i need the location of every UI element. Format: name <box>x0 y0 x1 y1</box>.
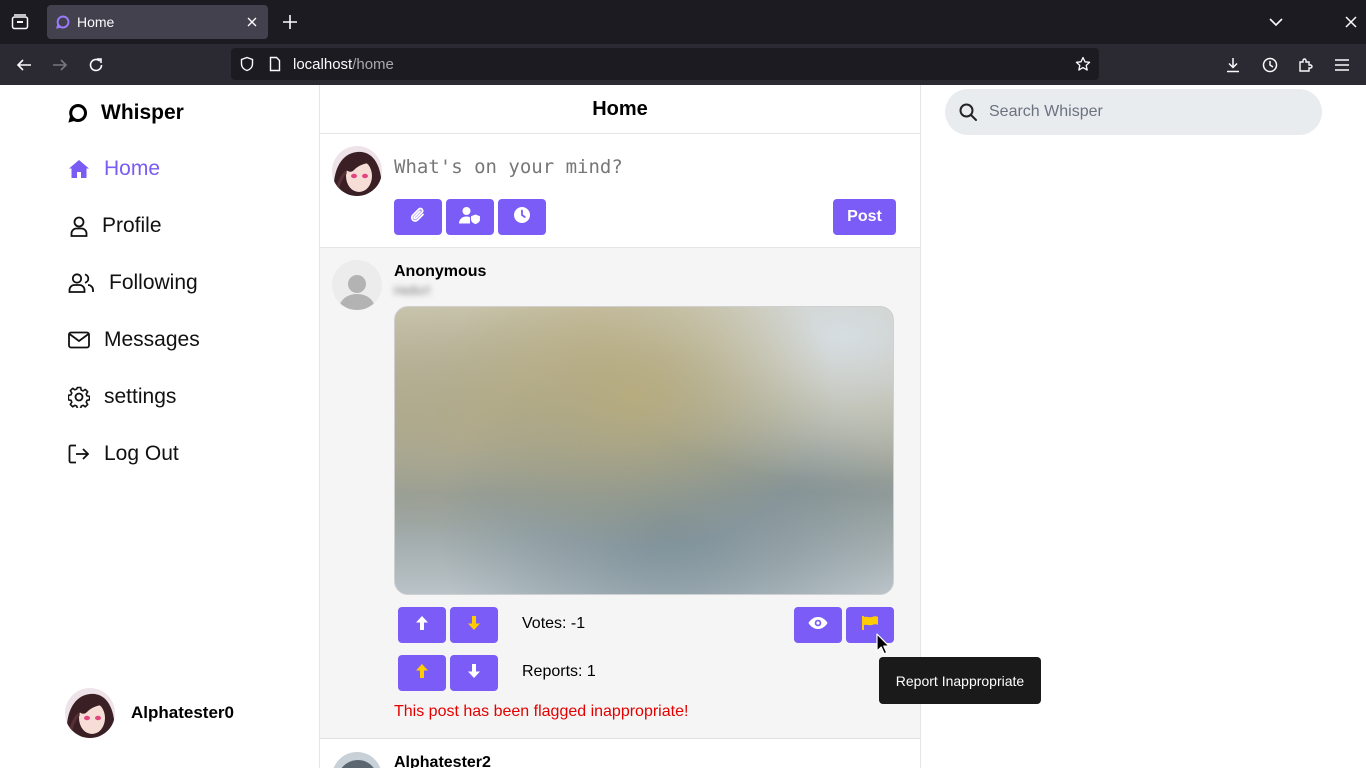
sidebar-item-home[interactable]: Home <box>68 154 160 184</box>
schedule-button[interactable] <box>498 199 546 235</box>
post-image-blurred[interactable] <box>394 306 894 595</box>
post-button[interactable]: Post <box>833 199 896 235</box>
post-composer: Post <box>320 134 920 248</box>
extensions-puzzle-icon[interactable] <box>1294 53 1318 77</box>
upvote-button[interactable] <box>398 607 446 643</box>
report-tooltip: Report Inappropriate <box>879 657 1041 704</box>
brand[interactable]: Whisper <box>68 101 184 125</box>
user-icon <box>68 215 90 237</box>
sidebar-item-label: Log Out <box>104 442 179 465</box>
whisper-logo-icon <box>68 103 88 123</box>
brand-name: Whisper <box>101 101 184 124</box>
view-button[interactable] <box>794 607 842 643</box>
post-card: Alphatester2 <box>320 740 920 768</box>
search-icon <box>959 103 977 121</box>
url-bar[interactable]: localhost/home <box>231 48 1099 80</box>
sidebar-item-label: Messages <box>104 328 200 351</box>
gear-icon <box>68 386 90 408</box>
search-bar[interactable] <box>945 89 1322 135</box>
arrow-down-icon <box>467 615 481 636</box>
avatar[interactable] <box>332 752 382 768</box>
post-author[interactable]: Anonymous <box>394 263 486 281</box>
home-icon <box>68 158 90 180</box>
forward-arrow-icon[interactable] <box>48 53 72 77</box>
url-text[interactable]: localhost/home <box>293 56 394 73</box>
reports-count: Reports: 1 <box>522 663 596 680</box>
post-text-blurred: Hello!! <box>394 283 431 298</box>
search-input[interactable] <box>989 103 1309 121</box>
page-title: Home <box>592 97 648 120</box>
report-down-button[interactable] <box>450 655 498 691</box>
bookmark-star-icon[interactable] <box>1075 56 1091 72</box>
reload-icon[interactable] <box>84 53 108 77</box>
mouse-cursor-icon <box>876 633 890 655</box>
arrow-up-icon <box>415 663 429 684</box>
sidebar-item-label: settings <box>104 385 177 408</box>
paperclip-icon <box>410 206 426 229</box>
shield-icon[interactable] <box>239 56 255 72</box>
composer-input[interactable] <box>394 156 834 178</box>
post-card: Anonymous Hello!! Votes: -1 Reports: 1 T… <box>320 248 920 739</box>
arrow-up-icon <box>415 615 429 636</box>
main-feed: Home What's on your mind? Post Anonymous… <box>319 85 921 768</box>
hamburger-menu-icon[interactable] <box>1330 53 1354 77</box>
avatar[interactable] <box>65 688 115 738</box>
users-icon <box>68 272 95 294</box>
list-all-tabs-chevron-icon[interactable] <box>1266 12 1286 32</box>
browser-tab-bar: Home <box>0 0 1366 44</box>
envelope-icon <box>68 329 90 351</box>
sidebar-item-label: Home <box>104 157 161 180</box>
sidebar-item-following[interactable]: Following <box>68 268 198 298</box>
page-header: Home <box>320 85 920 134</box>
sidebar-item-label: Profile <box>102 214 162 237</box>
browser-nav-bar: localhost/home <box>0 44 1366 85</box>
sidebar: Whisper Home Profile Following Messages <box>0 85 320 768</box>
tab-title: Home <box>77 14 115 30</box>
user-shield-icon <box>459 206 481 229</box>
avatar[interactable] <box>332 146 382 196</box>
url-host: localhost <box>293 56 353 73</box>
sidebar-username: Alphatester0 <box>131 703 234 722</box>
app-root: Whisper Home Profile Following Messages <box>0 85 1366 768</box>
close-window-icon[interactable] <box>1341 12 1361 32</box>
whisper-favicon-icon <box>56 15 70 29</box>
history-clock-icon[interactable] <box>1258 53 1282 77</box>
page-info-icon[interactable] <box>267 56 283 72</box>
sidebar-user[interactable]: Alphatester0 <box>65 688 234 738</box>
post-author[interactable]: Alphatester2 <box>394 754 491 768</box>
browser-tab-home[interactable]: Home <box>47 5 268 39</box>
sidebar-item-label: Following <box>109 271 198 294</box>
flagged-warning: This post has been flagged inappropriate… <box>394 703 689 720</box>
downvote-button[interactable] <box>450 607 498 643</box>
sidebar-item-profile[interactable]: Profile <box>68 211 162 241</box>
attach-button[interactable] <box>394 199 442 235</box>
tab-list-icon[interactable] <box>8 11 32 33</box>
sidebar-item-settings[interactable]: settings <box>68 382 176 412</box>
sidebar-item-messages[interactable]: Messages <box>68 325 200 355</box>
arrow-down-icon <box>467 663 481 684</box>
votes-count: Votes: -1 <box>522 615 586 632</box>
anonymous-avatar[interactable] <box>332 260 382 310</box>
anonymous-mode-button[interactable] <box>446 199 494 235</box>
back-arrow-icon[interactable] <box>12 53 36 77</box>
url-path: /home <box>352 56 394 73</box>
new-tab-plus-icon[interactable] <box>280 12 300 32</box>
download-icon[interactable] <box>1221 53 1245 77</box>
close-tab-icon[interactable] <box>244 14 260 30</box>
eye-icon <box>808 616 828 635</box>
report-up-button[interactable] <box>398 655 446 691</box>
sidebar-item-logout[interactable]: Log Out <box>68 439 179 469</box>
clock-icon <box>513 206 531 229</box>
logout-icon <box>68 443 90 465</box>
